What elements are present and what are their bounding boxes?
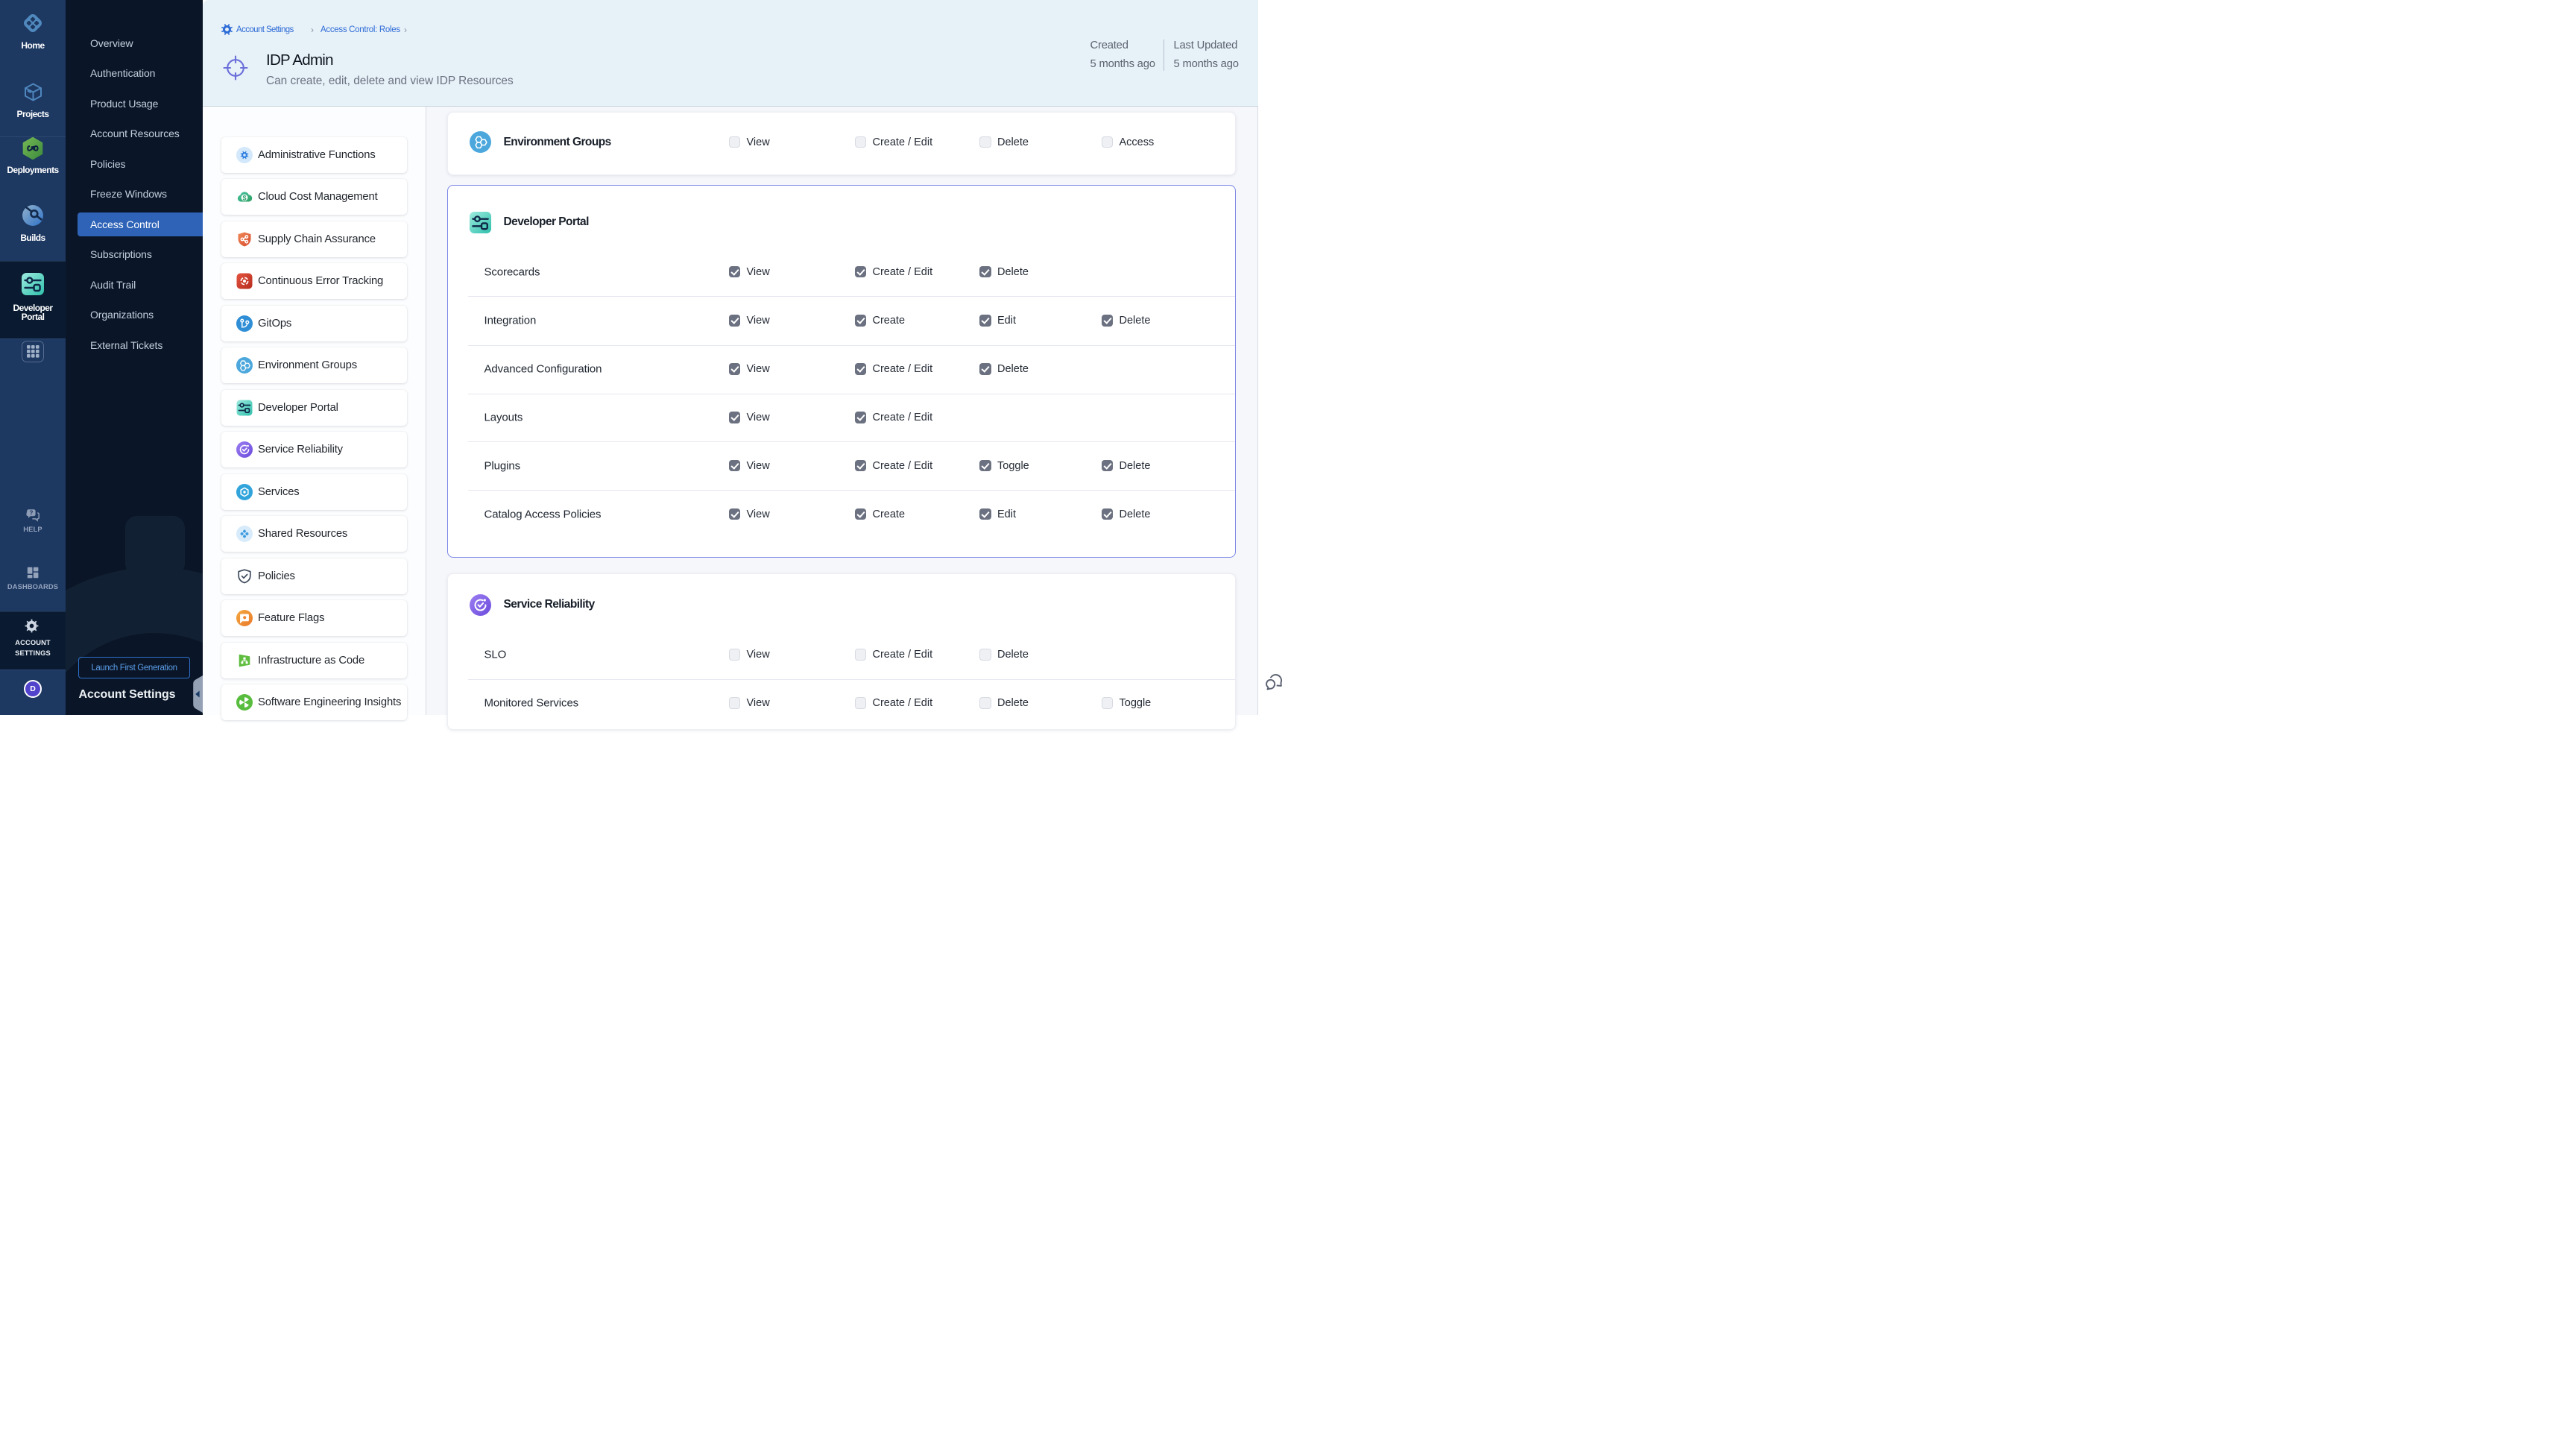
svg-text:?: ? xyxy=(29,510,33,517)
svg-text:$: $ xyxy=(242,194,246,201)
